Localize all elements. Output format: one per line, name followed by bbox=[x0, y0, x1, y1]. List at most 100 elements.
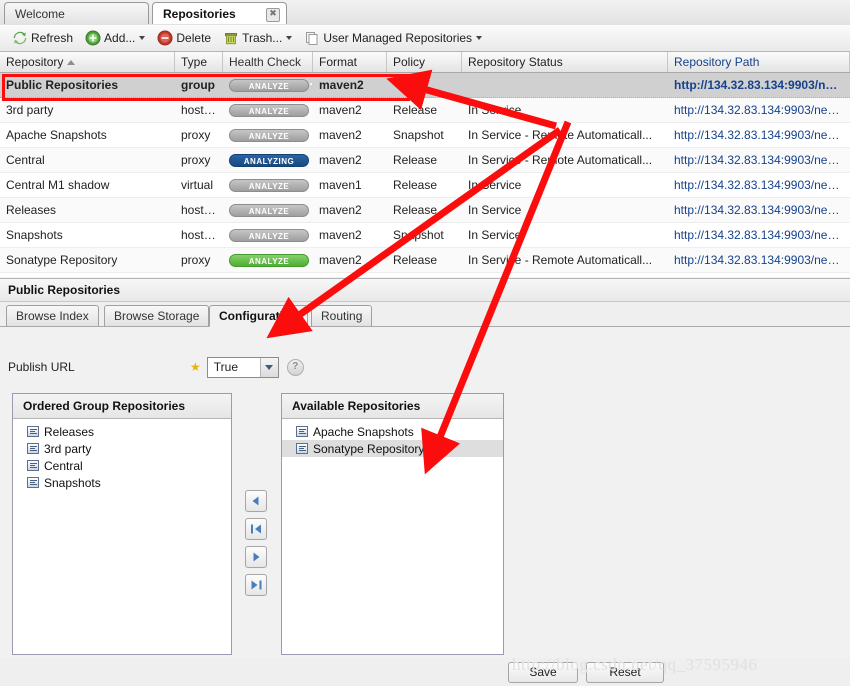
column-header-repository[interactable]: Repository bbox=[0, 52, 175, 72]
cell-repository-status: In Service bbox=[468, 178, 522, 192]
chevron-down-icon[interactable] bbox=[259, 357, 278, 377]
move-left-button[interactable] bbox=[245, 490, 267, 512]
health-check-badge[interactable]: ANALYZE bbox=[229, 204, 309, 217]
move-all-right-button[interactable] bbox=[245, 574, 267, 596]
cell-policy: Release bbox=[393, 178, 438, 192]
main-toolbar: Refresh Add... Delete Trash... User Mana… bbox=[0, 25, 850, 52]
list-item[interactable]: 3rd party bbox=[13, 440, 231, 457]
cell-health-check: ANALYZE bbox=[223, 228, 313, 242]
refresh-button[interactable]: Refresh bbox=[6, 27, 79, 50]
list-item-label: Central bbox=[44, 458, 83, 473]
cell-format: maven1 bbox=[319, 178, 362, 192]
cell-policy: Release bbox=[393, 203, 438, 217]
list-item[interactable]: Apache Snapshots bbox=[282, 423, 503, 440]
arrow-last-icon bbox=[251, 580, 261, 590]
publish-url-value: True bbox=[213, 360, 238, 374]
ordered-group-repositories-panel: Ordered Group Repositories Releases 3rd p… bbox=[12, 393, 232, 655]
cell-repository-path: http://134.32.83.134:9903/nexus/ bbox=[674, 253, 850, 267]
cell-format: maven2 bbox=[319, 153, 362, 167]
list-item[interactable]: Snapshots bbox=[13, 474, 231, 491]
delete-button[interactable]: Delete bbox=[151, 27, 217, 50]
trash-button[interactable]: Trash... bbox=[217, 27, 298, 50]
close-icon[interactable]: ✖ bbox=[266, 8, 280, 22]
publish-url-row: Publish URL ★ True ? bbox=[0, 348, 850, 386]
cell-health-check: ANALYZE bbox=[223, 253, 313, 267]
column-header-repository-status[interactable]: Repository Status bbox=[462, 52, 668, 72]
list-item[interactable]: Sonatype Repository bbox=[282, 440, 503, 457]
table-row[interactable]: Central M1 shadow virtual ANALYZE maven1 Rel… bbox=[0, 173, 850, 198]
cell-repository-status: In Service bbox=[468, 203, 522, 217]
column-header-repository-path[interactable]: Repository Path bbox=[668, 52, 850, 72]
column-header-health-check[interactable]: Health Check bbox=[223, 52, 313, 72]
repository-item-icon bbox=[27, 426, 39, 437]
list-item[interactable]: Central bbox=[13, 457, 231, 474]
cell-type: hosted bbox=[181, 203, 218, 217]
user-managed-repositories-button[interactable]: User Managed Repositories bbox=[298, 27, 488, 50]
delete-label: Delete bbox=[176, 31, 212, 45]
cell-repository-path: http://134.32.83.134:9903/nexus/ bbox=[674, 153, 850, 167]
cell-type: hosted bbox=[181, 228, 218, 242]
table-row[interactable]: Apache Snapshots proxy ANALYZE maven2 Snapsh… bbox=[0, 123, 850, 148]
repository-item-icon bbox=[296, 426, 308, 437]
tab-browse-index[interactable]: Browse Index bbox=[6, 305, 99, 326]
table-row[interactable]: Sonatype Repository proxy ANALYZE maven2 Rel… bbox=[0, 248, 850, 273]
available-repositories-list[interactable]: Apache Snapshots Sonatype Repository bbox=[282, 419, 503, 457]
cell-policy: Release bbox=[393, 153, 438, 167]
cell-repository: Sonatype Repository bbox=[6, 253, 118, 267]
cell-repository-path: http://134.32.83.134:9903/nexus/ bbox=[674, 178, 850, 192]
tab-routing[interactable]: Routing bbox=[311, 305, 373, 326]
add-circle-icon bbox=[85, 30, 101, 46]
repository-item-icon bbox=[27, 460, 39, 471]
tab-repositories[interactable]: Repositories ✖ bbox=[152, 2, 287, 24]
ordered-group-repositories-title: Ordered Group Repositories bbox=[13, 394, 231, 419]
cell-format: maven2 bbox=[319, 103, 362, 117]
cell-format: maven2 bbox=[319, 253, 362, 267]
table-row[interactable]: Snapshots hosted ANALYZE maven2 Snapshot In S… bbox=[0, 223, 850, 248]
repository-item-icon bbox=[27, 477, 39, 488]
table-row[interactable]: Central proxy ANALYZING maven2 Release In Ser… bbox=[0, 148, 850, 173]
list-item[interactable]: Releases bbox=[13, 423, 231, 440]
tab-configuration[interactable]: Configuration bbox=[209, 305, 308, 327]
ordered-group-repositories-list[interactable]: Releases 3rd party Central Snapshots bbox=[13, 419, 231, 491]
help-icon[interactable]: ? bbox=[286, 358, 304, 376]
health-check-badge[interactable]: ANALYZE bbox=[229, 129, 309, 142]
health-check-badge[interactable]: ANALYZE bbox=[229, 254, 309, 267]
trash-icon bbox=[223, 30, 239, 46]
cell-health-check: ANALYZE bbox=[223, 103, 313, 117]
watermark-text: http://blog.csdn.net/qq_37595946 bbox=[512, 655, 758, 674]
repository-item-icon bbox=[296, 443, 308, 454]
cell-repository-status: In Service bbox=[468, 103, 522, 117]
health-check-badge[interactable]: ANALYZE bbox=[229, 229, 309, 242]
table-row[interactable]: Releases hosted ANALYZE maven2 Release In Ser… bbox=[0, 198, 850, 223]
move-all-left-button[interactable] bbox=[245, 518, 267, 540]
refresh-icon bbox=[12, 30, 28, 46]
tab-browse-storage[interactable]: Browse Storage bbox=[104, 305, 210, 326]
list-item-label: Sonatype Repository bbox=[313, 441, 425, 456]
tab-welcome[interactable]: Welcome bbox=[4, 2, 149, 24]
column-header-type[interactable]: Type bbox=[175, 52, 223, 72]
health-check-badge[interactable]: ANALYZE bbox=[229, 179, 309, 192]
cell-repository-path: http://134.32.83.134:9903/nexus/ bbox=[674, 103, 850, 117]
cell-repository: Snapshots bbox=[6, 228, 63, 242]
cell-repository: Central M1 shadow bbox=[6, 178, 110, 192]
available-repositories-panel: Available Repositories Apache Snapshots S… bbox=[281, 393, 504, 655]
publish-url-label: Publish URL bbox=[8, 360, 75, 374]
copy-pages-icon bbox=[304, 30, 320, 46]
move-right-button[interactable] bbox=[245, 546, 267, 568]
add-button[interactable]: Add... bbox=[79, 27, 151, 50]
star-icon: ★ bbox=[190, 360, 201, 374]
table-row[interactable]: 3rd party hosted ANALYZE maven2 Release In Se… bbox=[0, 98, 850, 123]
cell-repository-path: http://134.32.83.134:9903/nexus/ bbox=[674, 128, 850, 142]
chevron-down-icon bbox=[139, 36, 146, 40]
cell-health-check: ANALYZE bbox=[223, 203, 313, 217]
column-header-policy[interactable]: Policy bbox=[387, 52, 462, 72]
cell-format: maven2 bbox=[319, 228, 362, 242]
health-check-badge[interactable]: ANALYZING bbox=[229, 154, 309, 167]
health-check-badge[interactable]: ANALYZE bbox=[229, 104, 309, 117]
tab-repositories-label: Repositories bbox=[163, 6, 236, 21]
cell-repository-path: http://134.32.83.134:9903/nexus/ bbox=[674, 78, 850, 92]
column-header-format[interactable]: Format bbox=[313, 52, 387, 72]
cell-format: maven2 bbox=[319, 203, 362, 217]
cell-type: proxy bbox=[181, 253, 211, 267]
publish-url-select[interactable]: True bbox=[206, 356, 279, 378]
